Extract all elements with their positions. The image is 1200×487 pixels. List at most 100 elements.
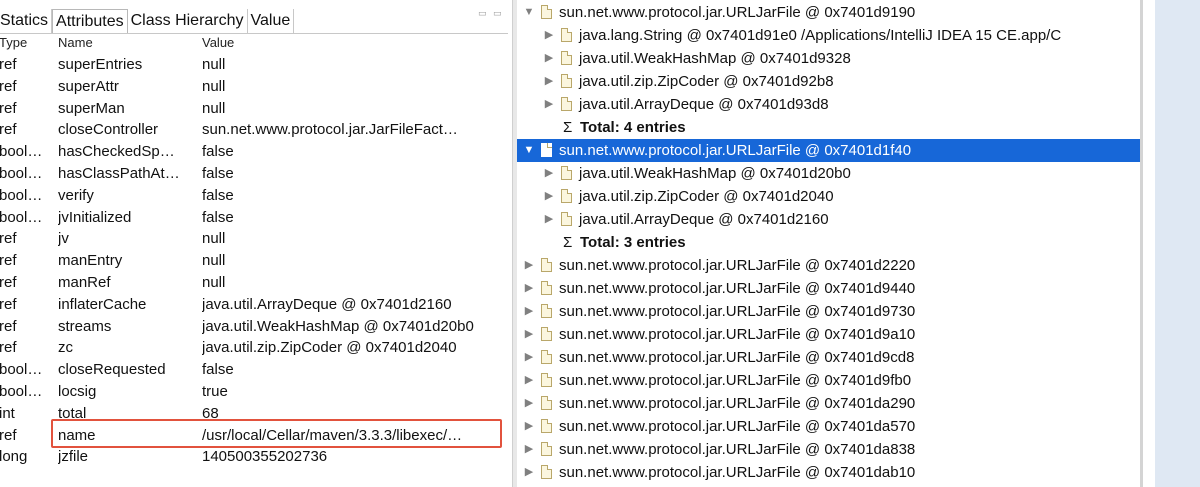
table-row[interactable]: int total 68	[0, 403, 508, 425]
tree-row[interactable]: ▶ java.util.zip.ZipCoder @ 0x7401d2040	[517, 185, 1143, 208]
cell-value: java.util.WeakHashMap @ 0x7401d20b0	[202, 317, 474, 335]
sigma-icon: Σ	[563, 234, 573, 251]
column-header-value[interactable]: Value	[202, 35, 502, 50]
expand-triangle-icon[interactable]: ▶	[543, 162, 555, 185]
table-row[interactable]: ref manRef null	[0, 272, 508, 294]
table-row[interactable]: bool… closeRequested false	[0, 359, 508, 381]
tab-attributes[interactable]: Attributes	[52, 9, 128, 33]
tree-row-label: sun.net.www.protocol.jar.URLJarFile @ 0x…	[559, 257, 916, 274]
cell-type: ref	[0, 56, 17, 73]
cell-type: ref	[0, 317, 17, 335]
cell-type: ref	[0, 99, 17, 117]
tab-class-hierarchy[interactable]: Class Hierarchy	[128, 9, 248, 33]
cell-name: manRef	[58, 273, 111, 291]
table-row[interactable]: long jzfile 140500355202736	[0, 446, 508, 468]
column-header-name[interactable]: Name	[58, 35, 194, 50]
tree-row[interactable]: ▶ sun.net.www.protocol.jar.URLJarFile @ 0…	[517, 369, 1143, 392]
tab-statics[interactable]: Statics	[0, 9, 53, 33]
tree-total-row[interactable]: Σ Total: 3 entries	[517, 231, 1143, 254]
cell-name: superMan	[58, 99, 125, 117]
table-row[interactable]: bool… jvInitialized false	[0, 207, 508, 229]
cell-value: null	[202, 273, 226, 291]
tab-value[interactable]: Value	[248, 9, 295, 33]
table-row[interactable]: bool… verify false	[0, 185, 508, 207]
tree-row[interactable]: ▶ sun.net.www.protocol.jar.URLJarFile @ 0…	[517, 254, 1143, 277]
expand-triangle-icon[interactable]: ▶	[523, 254, 535, 277]
expand-triangle-icon[interactable]: ▶	[523, 277, 535, 300]
cell-value: true	[202, 382, 228, 400]
expand-triangle-icon[interactable]: ▶	[523, 461, 535, 484]
tree-row[interactable]: ▶ sun.net.www.protocol.jar.URLJarFile @ 0…	[517, 323, 1143, 346]
table-row[interactable]: ref closeController sun.net.www.protocol.j…	[0, 119, 508, 141]
cell-type: ref	[0, 339, 17, 357]
object-file-icon	[561, 212, 572, 226]
expand-triangle-icon[interactable]: ▶	[543, 208, 555, 231]
tree-row-label: java.util.zip.ZipCoder @ 0x7401d2040	[579, 188, 834, 205]
tree-row[interactable]: ▶ java.util.ArrayDeque @ 0x7401d2160	[517, 208, 1143, 231]
object-file-icon	[541, 419, 552, 433]
expand-triangle-icon[interactable]: ▶	[523, 300, 535, 323]
table-row[interactable]: ref superAttr null	[0, 76, 508, 98]
table-row[interactable]: bool… hasCheckedSp… false	[0, 141, 508, 163]
cell-value: null	[202, 252, 226, 270]
expand-triangle-icon[interactable]: ▶	[543, 93, 555, 116]
tree-row[interactable]: ▶ sun.net.www.protocol.jar.URLJarFile @ 0…	[517, 461, 1143, 484]
tree-row-label: sun.net.www.protocol.jar.URLJarFile @ 0x…	[559, 142, 912, 159]
table-row[interactable]: bool… locsig true	[0, 381, 508, 403]
collapse-triangle-icon[interactable]: ▼	[523, 139, 535, 162]
cell-name: name	[58, 426, 96, 444]
tree-row[interactable]: ▼ sun.net.www.protocol.jar.URLJarFile @ 0…	[517, 139, 1143, 162]
cell-value: java.util.zip.ZipCoder @ 0x7401d2040	[202, 339, 457, 357]
table-row[interactable]: ref superEntries null	[0, 54, 508, 76]
table-row[interactable]: ref jv null	[0, 228, 508, 250]
object-file-icon	[561, 189, 572, 203]
tree-total-row[interactable]: Σ Total: 4 entries	[517, 116, 1143, 139]
tree-row[interactable]: ▶ java.util.WeakHashMap @ 0x7401d9328	[517, 47, 1143, 70]
tree-row[interactable]: ▶ java.lang.String @ 0x7401d91e0 /Applica…	[517, 24, 1143, 47]
expand-triangle-icon[interactable]: ▶	[523, 369, 535, 392]
cell-type: ref	[0, 273, 17, 291]
cell-value: /usr/local/Cellar/maven/3.3.3/libexec/…	[202, 426, 463, 444]
tree-row-label: sun.net.www.protocol.jar.URLJarFile @ 0x…	[559, 441, 916, 458]
tree-row[interactable]: ▶ sun.net.www.protocol.jar.URLJarFile @ 0…	[517, 300, 1143, 323]
expand-triangle-icon[interactable]: ▶	[523, 392, 535, 415]
tree-row[interactable]: ▶ sun.net.www.protocol.jar.URLJarFile @ 0…	[517, 438, 1143, 461]
tree-row[interactable]: ▶ java.util.zip.ZipCoder @ 0x7401d92b8	[517, 70, 1143, 93]
expand-triangle-icon[interactable]: ▶	[523, 438, 535, 461]
tree-row[interactable]: ▶ sun.net.www.protocol.jar.URLJarFile @ 0…	[517, 346, 1143, 369]
column-header-type[interactable]: Type	[0, 35, 49, 50]
cell-name: locsig	[58, 382, 97, 400]
tree-scrollbar[interactable]	[1140, 0, 1143, 487]
expand-triangle-icon[interactable]: ▶	[523, 323, 535, 346]
cell-name: superAttr	[58, 77, 119, 95]
cell-name: closeRequested	[58, 361, 166, 379]
object-tree: ▼ sun.net.www.protocol.jar.URLJarFile @ 0…	[517, 1, 1143, 484]
cell-type: ref	[0, 295, 17, 313]
tree-row[interactable]: ▶ sun.net.www.protocol.jar.URLJarFile @ 0…	[517, 392, 1143, 415]
expand-triangle-icon[interactable]: ▶	[543, 47, 555, 70]
expand-triangle-icon[interactable]: ▶	[523, 346, 535, 369]
tree-row[interactable]: ▶ java.util.WeakHashMap @ 0x7401d20b0	[517, 162, 1143, 185]
table-row[interactable]: ref zc java.util.zip.ZipCoder @ 0x7401d204…	[0, 337, 508, 359]
tree-row[interactable]: ▶ sun.net.www.protocol.jar.URLJarFile @ 0…	[517, 277, 1143, 300]
expand-triangle-icon[interactable]: ▶	[543, 70, 555, 93]
table-row[interactable]: ref manEntry null	[0, 250, 508, 272]
attributes-table-header: Type Name Value	[0, 35, 508, 53]
tree-row[interactable]: ▶ java.util.ArrayDeque @ 0x7401d93d8	[517, 93, 1143, 116]
minimize-maximize-icon[interactable]: ▭ ▭	[478, 8, 504, 19]
cell-type: int	[0, 404, 15, 422]
table-row[interactable]: ref inflaterCache java.util.ArrayDeque @ 0…	[0, 294, 508, 316]
expand-triangle-icon[interactable]: ▶	[523, 415, 535, 438]
tree-row-label: java.util.ArrayDeque @ 0x7401d93d8	[579, 96, 829, 113]
tree-row-label: sun.net.www.protocol.jar.URLJarFile @ 0x…	[559, 4, 916, 21]
table-row[interactable]: ref name/usr/local/Cellar/maven/3.3.3/lib…	[0, 425, 508, 447]
table-row[interactable]: ref superMan null	[0, 98, 508, 120]
tree-row[interactable]: ▼ sun.net.www.protocol.jar.URLJarFile @ 0…	[517, 1, 1143, 24]
expand-triangle-icon[interactable]: ▶	[543, 185, 555, 208]
tree-row[interactable]: ▶ sun.net.www.protocol.jar.URLJarFile @ 0…	[517, 415, 1143, 438]
cell-name: jzfile	[58, 448, 89, 466]
expand-triangle-icon[interactable]: ▶	[543, 24, 555, 47]
table-row[interactable]: bool… hasClassPathAt… false	[0, 163, 508, 185]
table-row[interactable]: ref streams java.util.WeakHashMap @ 0x7401…	[0, 316, 508, 338]
collapse-triangle-icon[interactable]: ▼	[523, 1, 535, 24]
